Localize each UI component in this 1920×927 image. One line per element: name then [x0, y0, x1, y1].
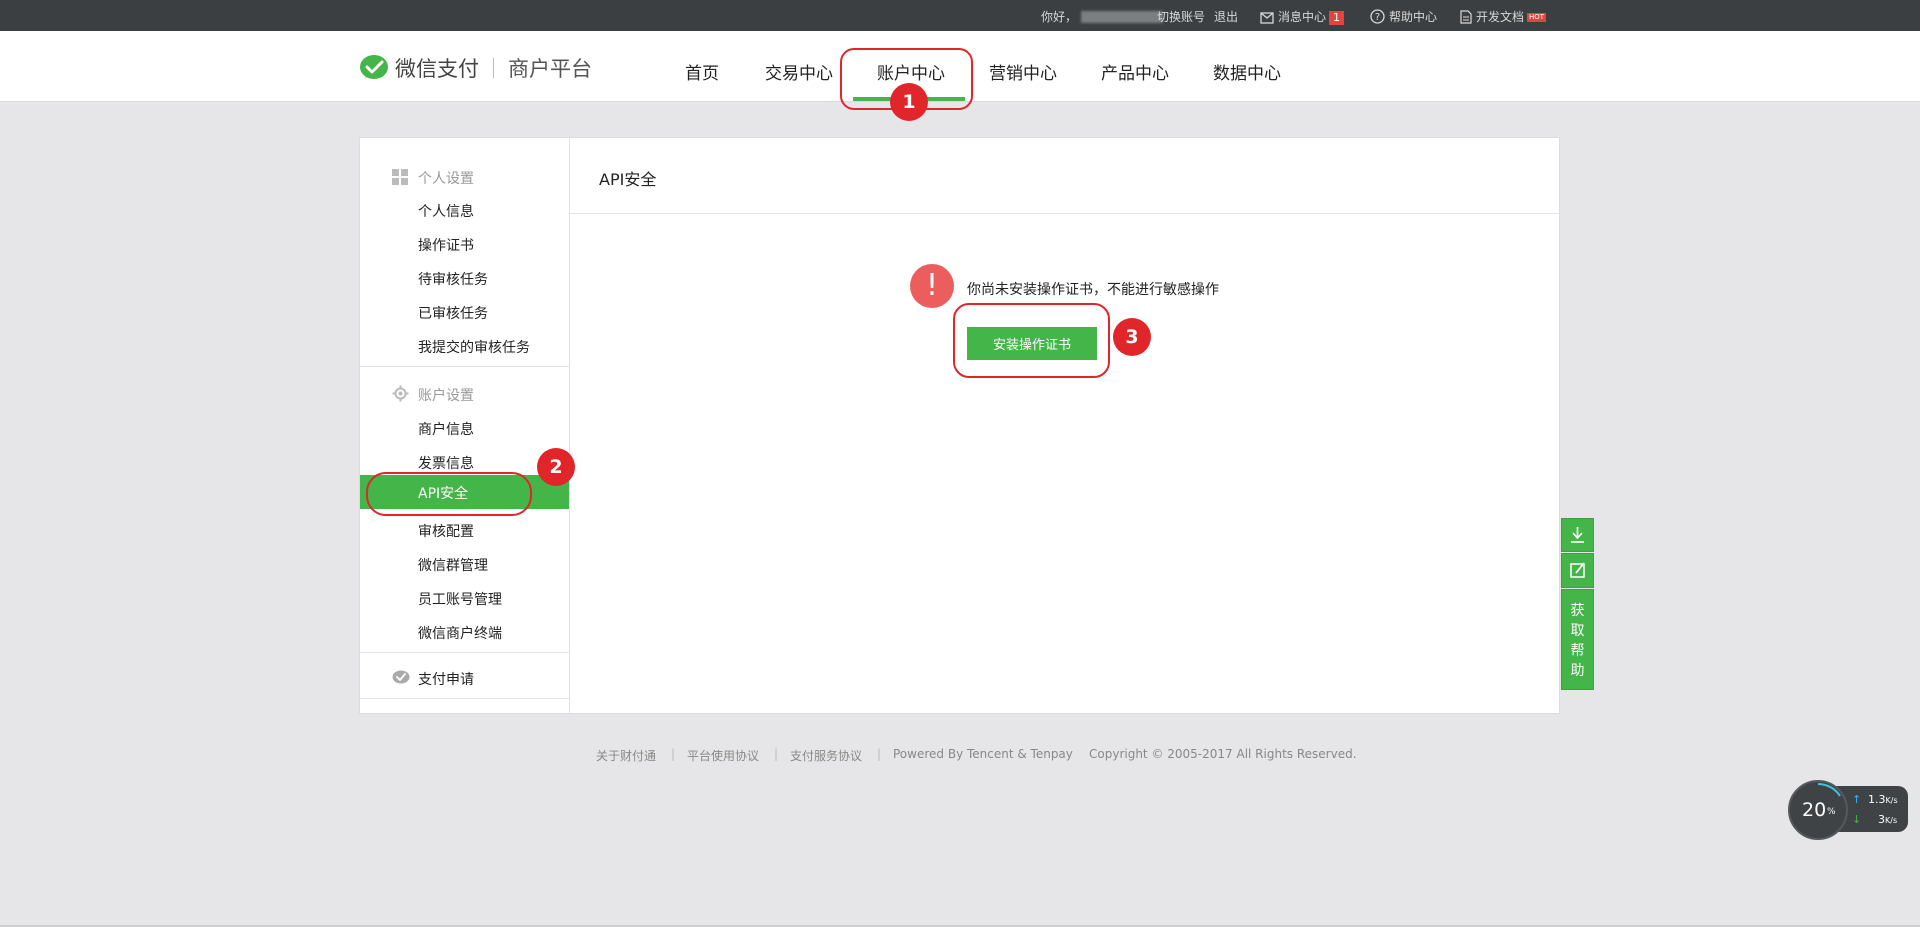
sidebar: 个人设置 个人信息 操作证书 待审核任务 已审核任务 我提交的审核任务 账户设置… — [360, 138, 570, 713]
memory-usage-gauge[interactable]: 20 % — [1788, 780, 1848, 840]
sidebar-item-personal-info[interactable]: 个人信息 — [418, 201, 474, 221]
nav-product-center[interactable]: 产品中心 — [1101, 59, 1169, 84]
hot-badge: HOT — [1527, 13, 1547, 22]
nav-marketing-center[interactable]: 营销中心 — [989, 59, 1057, 84]
sidebar-item-payment-apply[interactable]: 支付申请 — [418, 669, 474, 689]
sidebar-item-invoice-info[interactable]: 发票信息 — [418, 453, 474, 473]
nav-home[interactable]: 首页 — [685, 59, 719, 84]
sidebar-item-my-submitted[interactable]: 我提交的审核任务 — [418, 337, 530, 357]
svg-text:?: ? — [1375, 12, 1380, 23]
greeting: 你好， — [1041, 8, 1164, 25]
pay-apply-icon — [392, 670, 410, 684]
annotation-badge-1: 1 — [890, 83, 928, 121]
mail-icon — [1260, 12, 1274, 24]
sidebar-item-review-config[interactable]: 审核配置 — [418, 521, 474, 541]
message-count-badge: 1 — [1329, 11, 1345, 25]
logo-divider — [493, 58, 494, 78]
sidebar-item-wechat-group[interactable]: 微信群管理 — [418, 555, 488, 575]
top-bar: 你好， 切换账号 退出 消息中心 1 ? 帮助中心 开发文档 HOT — [0, 0, 1920, 31]
download-tool[interactable] — [1561, 518, 1594, 552]
footer-copyright: Copyright © 2005-2017 All Rights Reserve… — [1089, 747, 1357, 761]
message-center-link[interactable]: 消息中心 1 — [1260, 8, 1345, 25]
download-speed: 3K/s — [1878, 813, 1898, 826]
feedback-tool[interactable] — [1561, 553, 1594, 588]
sidebar-item-operation-cert[interactable]: 操作证书 — [418, 235, 474, 255]
footer-link-about[interactable]: 关于财付通 — [596, 747, 656, 764]
annotation-badge-2: 2 — [537, 448, 575, 486]
help-circle-icon: ? — [1370, 9, 1385, 24]
sidebar-item-merchant-info[interactable]: 商户信息 — [418, 419, 474, 439]
platform-name: 商户平台 — [508, 57, 592, 81]
footer-separator: | — [774, 747, 779, 761]
section-personal-settings: 个人设置 — [418, 171, 474, 187]
edit-icon — [1570, 562, 1585, 578]
upload-arrow-icon: ↑ — [1852, 793, 1862, 806]
download-icon — [1571, 527, 1584, 543]
main-panel: 个人设置 个人信息 操作证书 待审核任务 已审核任务 我提交的审核任务 账户设置… — [359, 137, 1560, 714]
page-title: API安全 — [599, 170, 657, 189]
footer-separator: | — [877, 747, 882, 761]
annotation-badge-3: 3 — [1113, 318, 1151, 356]
wechat-pay-logo-icon — [360, 55, 388, 79]
sidebar-item-reviewed[interactable]: 已审核任务 — [418, 303, 488, 323]
gauge-percent-unit: % — [1827, 807, 1836, 817]
get-help-tool[interactable]: 获取帮助 — [1561, 589, 1594, 690]
warning-icon: ! — [910, 264, 954, 308]
document-icon — [1460, 10, 1472, 24]
nav-data-center[interactable]: 数据中心 — [1213, 59, 1281, 84]
get-help-label: 获取帮助 — [1570, 603, 1585, 679]
download-arrow-icon: ↓ — [1852, 813, 1862, 826]
upload-speed: 1.3K/s — [1868, 793, 1898, 806]
logo[interactable]: 微信支付 商户平台 — [359, 53, 592, 83]
sidebar-divider — [360, 366, 569, 367]
grid-icon — [392, 169, 408, 185]
footer-link-pay-terms[interactable]: 支付服务协议 — [790, 747, 862, 764]
sidebar-item-staff-accounts[interactable]: 员工账号管理 — [418, 589, 502, 609]
brand-name: 微信支付 — [395, 57, 479, 81]
warning-message: 你尚未安装操作证书，不能进行敏感操作 — [967, 282, 1219, 298]
logout-link[interactable]: 退出 — [1214, 8, 1238, 25]
footer-powered: Powered By Tencent & Tenpay — [893, 747, 1073, 761]
switch-account-link[interactable]: 切换账号 — [1157, 8, 1205, 25]
content-divider — [570, 213, 1559, 214]
footer-link-terms[interactable]: 平台使用协议 — [687, 747, 759, 764]
help-center-link[interactable]: ? 帮助中心 — [1370, 8, 1437, 25]
blurred-username — [1081, 11, 1164, 23]
annotation-ring-2 — [366, 472, 532, 516]
annotation-ring-3 — [953, 303, 1110, 378]
section-account-settings: 账户设置 — [418, 388, 474, 404]
footer-separator: | — [671, 747, 676, 761]
sidebar-item-merchant-terminal[interactable]: 微信商户终端 — [418, 623, 502, 643]
sidebar-item-pending-review[interactable]: 待审核任务 — [418, 269, 488, 289]
dev-docs-link[interactable]: 开发文档 HOT — [1460, 8, 1547, 25]
gear-icon — [392, 385, 409, 402]
nav-trade-center[interactable]: 交易中心 — [765, 59, 833, 84]
sidebar-divider — [360, 652, 569, 653]
sidebar-divider — [360, 698, 569, 699]
gauge-percent: 20 — [1802, 799, 1827, 821]
